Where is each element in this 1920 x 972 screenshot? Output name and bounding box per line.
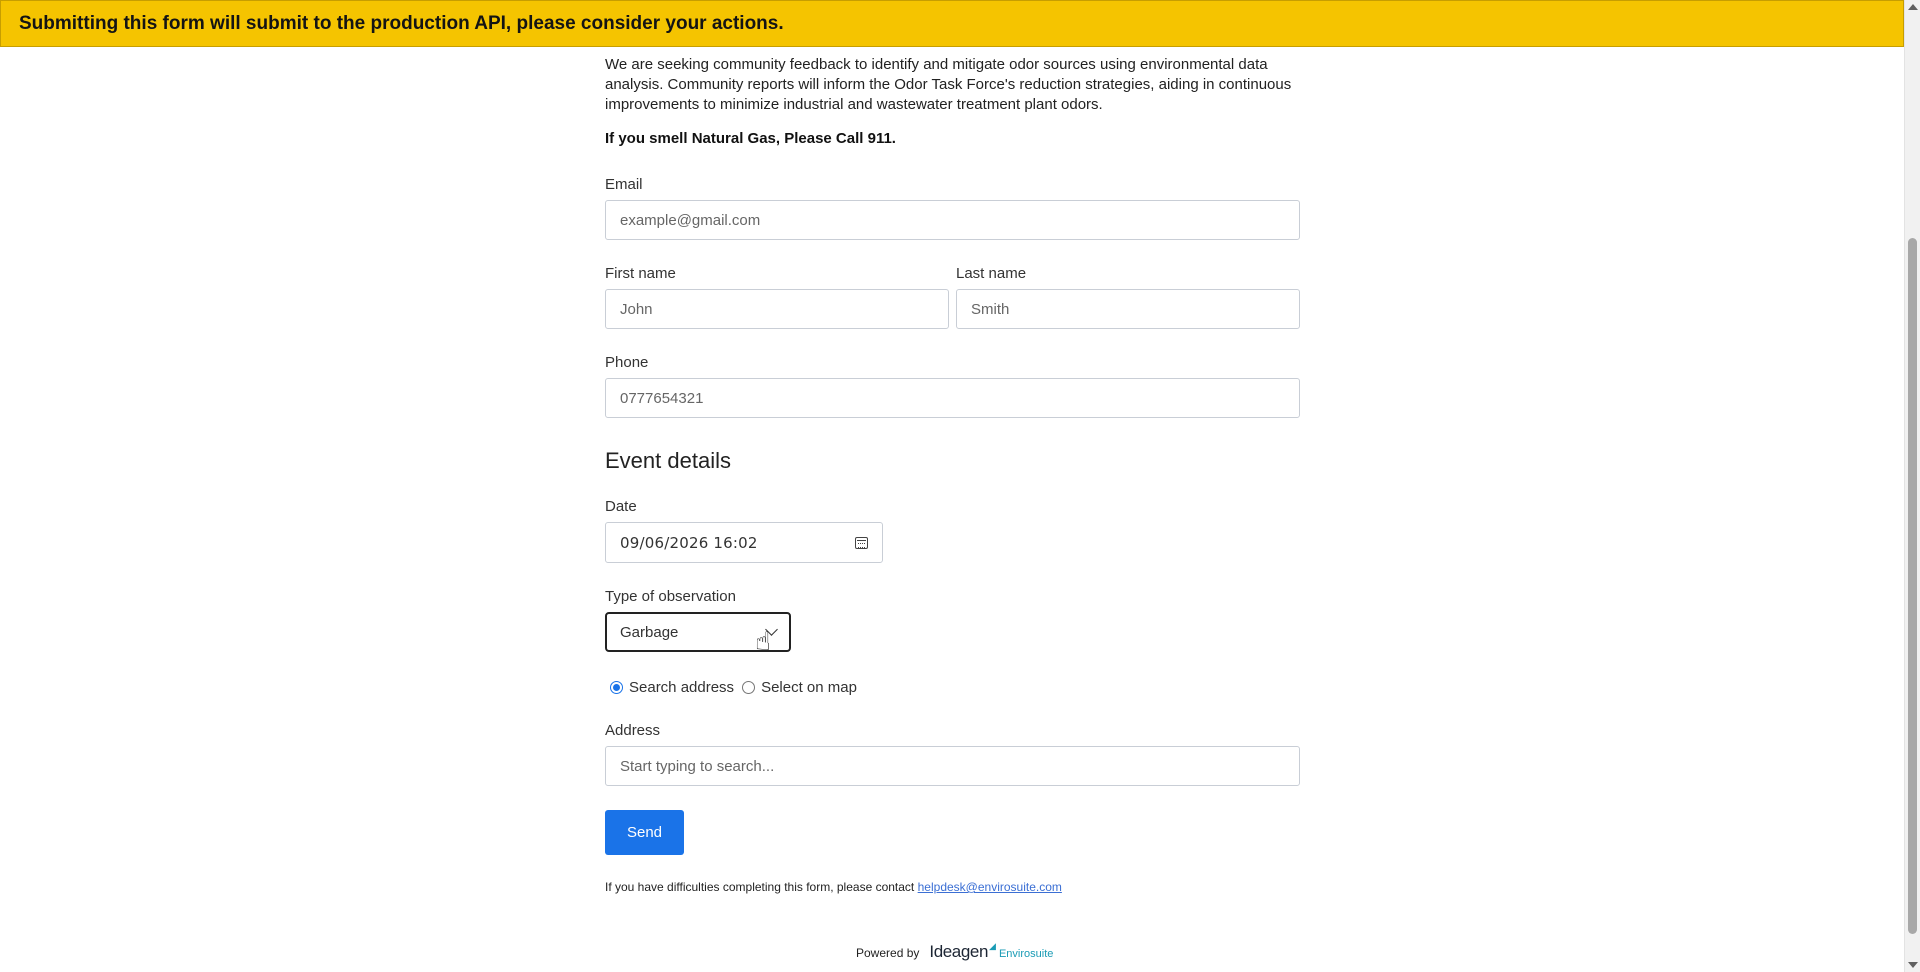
observation-type-value: Garbage xyxy=(620,623,679,641)
production-warning-banner: Submitting this form will submit to the … xyxy=(0,0,1904,47)
last-name-field[interactable] xyxy=(956,289,1300,329)
powered-by: Powered by Ideagen ◢ Envirosuite xyxy=(856,941,1054,962)
location-mode-group: Search address Select on map xyxy=(605,679,857,696)
phone-label: Phone xyxy=(605,354,649,371)
date-input[interactable]: 09/06/2026 16:02 xyxy=(605,522,883,563)
address-label: Address xyxy=(605,722,661,739)
date-value: 09/06/2026 16:02 xyxy=(620,533,758,552)
send-button[interactable]: Send xyxy=(605,810,684,855)
first-name-field[interactable] xyxy=(605,289,949,329)
observation-type-label: Type of observation xyxy=(605,588,736,605)
first-name-label: First name xyxy=(605,265,676,282)
page-scrollbar[interactable] xyxy=(1904,0,1920,972)
banner-text: Submitting this form will submit to the … xyxy=(19,12,784,34)
event-details-heading: Event details xyxy=(605,448,731,473)
address-search-input[interactable] xyxy=(605,746,1300,786)
gas-warning: If you smell Natural Gas, Please Call 91… xyxy=(605,130,896,147)
search-address-label[interactable]: Search address xyxy=(629,679,734,696)
logo-mark-icon: ◢ xyxy=(989,941,996,951)
intro-paragraph: We are seeking community feedback to ide… xyxy=(605,56,1292,113)
select-on-map-radio[interactable] xyxy=(742,681,756,694)
envirosuite-logo: Envirosuite xyxy=(998,948,1054,960)
email-field[interactable] xyxy=(605,200,1300,240)
hand-pointer-cursor: ☝ xyxy=(755,626,771,656)
help-text: If you have difficulties completing this… xyxy=(605,880,1062,894)
email-label: Email xyxy=(605,176,643,193)
helpdesk-email-link[interactable]: helpdesk@envirosuite.com xyxy=(918,880,1062,894)
calendar-icon[interactable] xyxy=(855,536,868,549)
scroll-down-icon[interactable] xyxy=(1908,962,1918,968)
select-on-map-label[interactable]: Select on map xyxy=(761,679,857,696)
scroll-up-icon[interactable] xyxy=(1908,4,1918,10)
date-label: Date xyxy=(605,498,637,515)
phone-field[interactable] xyxy=(605,378,1300,418)
help-message: If you have difficulties completing this… xyxy=(605,880,915,894)
ideagen-logo: Ideagen xyxy=(929,942,989,961)
last-name-label: Last name xyxy=(956,265,1027,282)
search-address-radio[interactable] xyxy=(610,681,623,694)
scroll-thumb[interactable] xyxy=(1908,238,1917,934)
powered-by-label: Powered by xyxy=(856,946,920,960)
